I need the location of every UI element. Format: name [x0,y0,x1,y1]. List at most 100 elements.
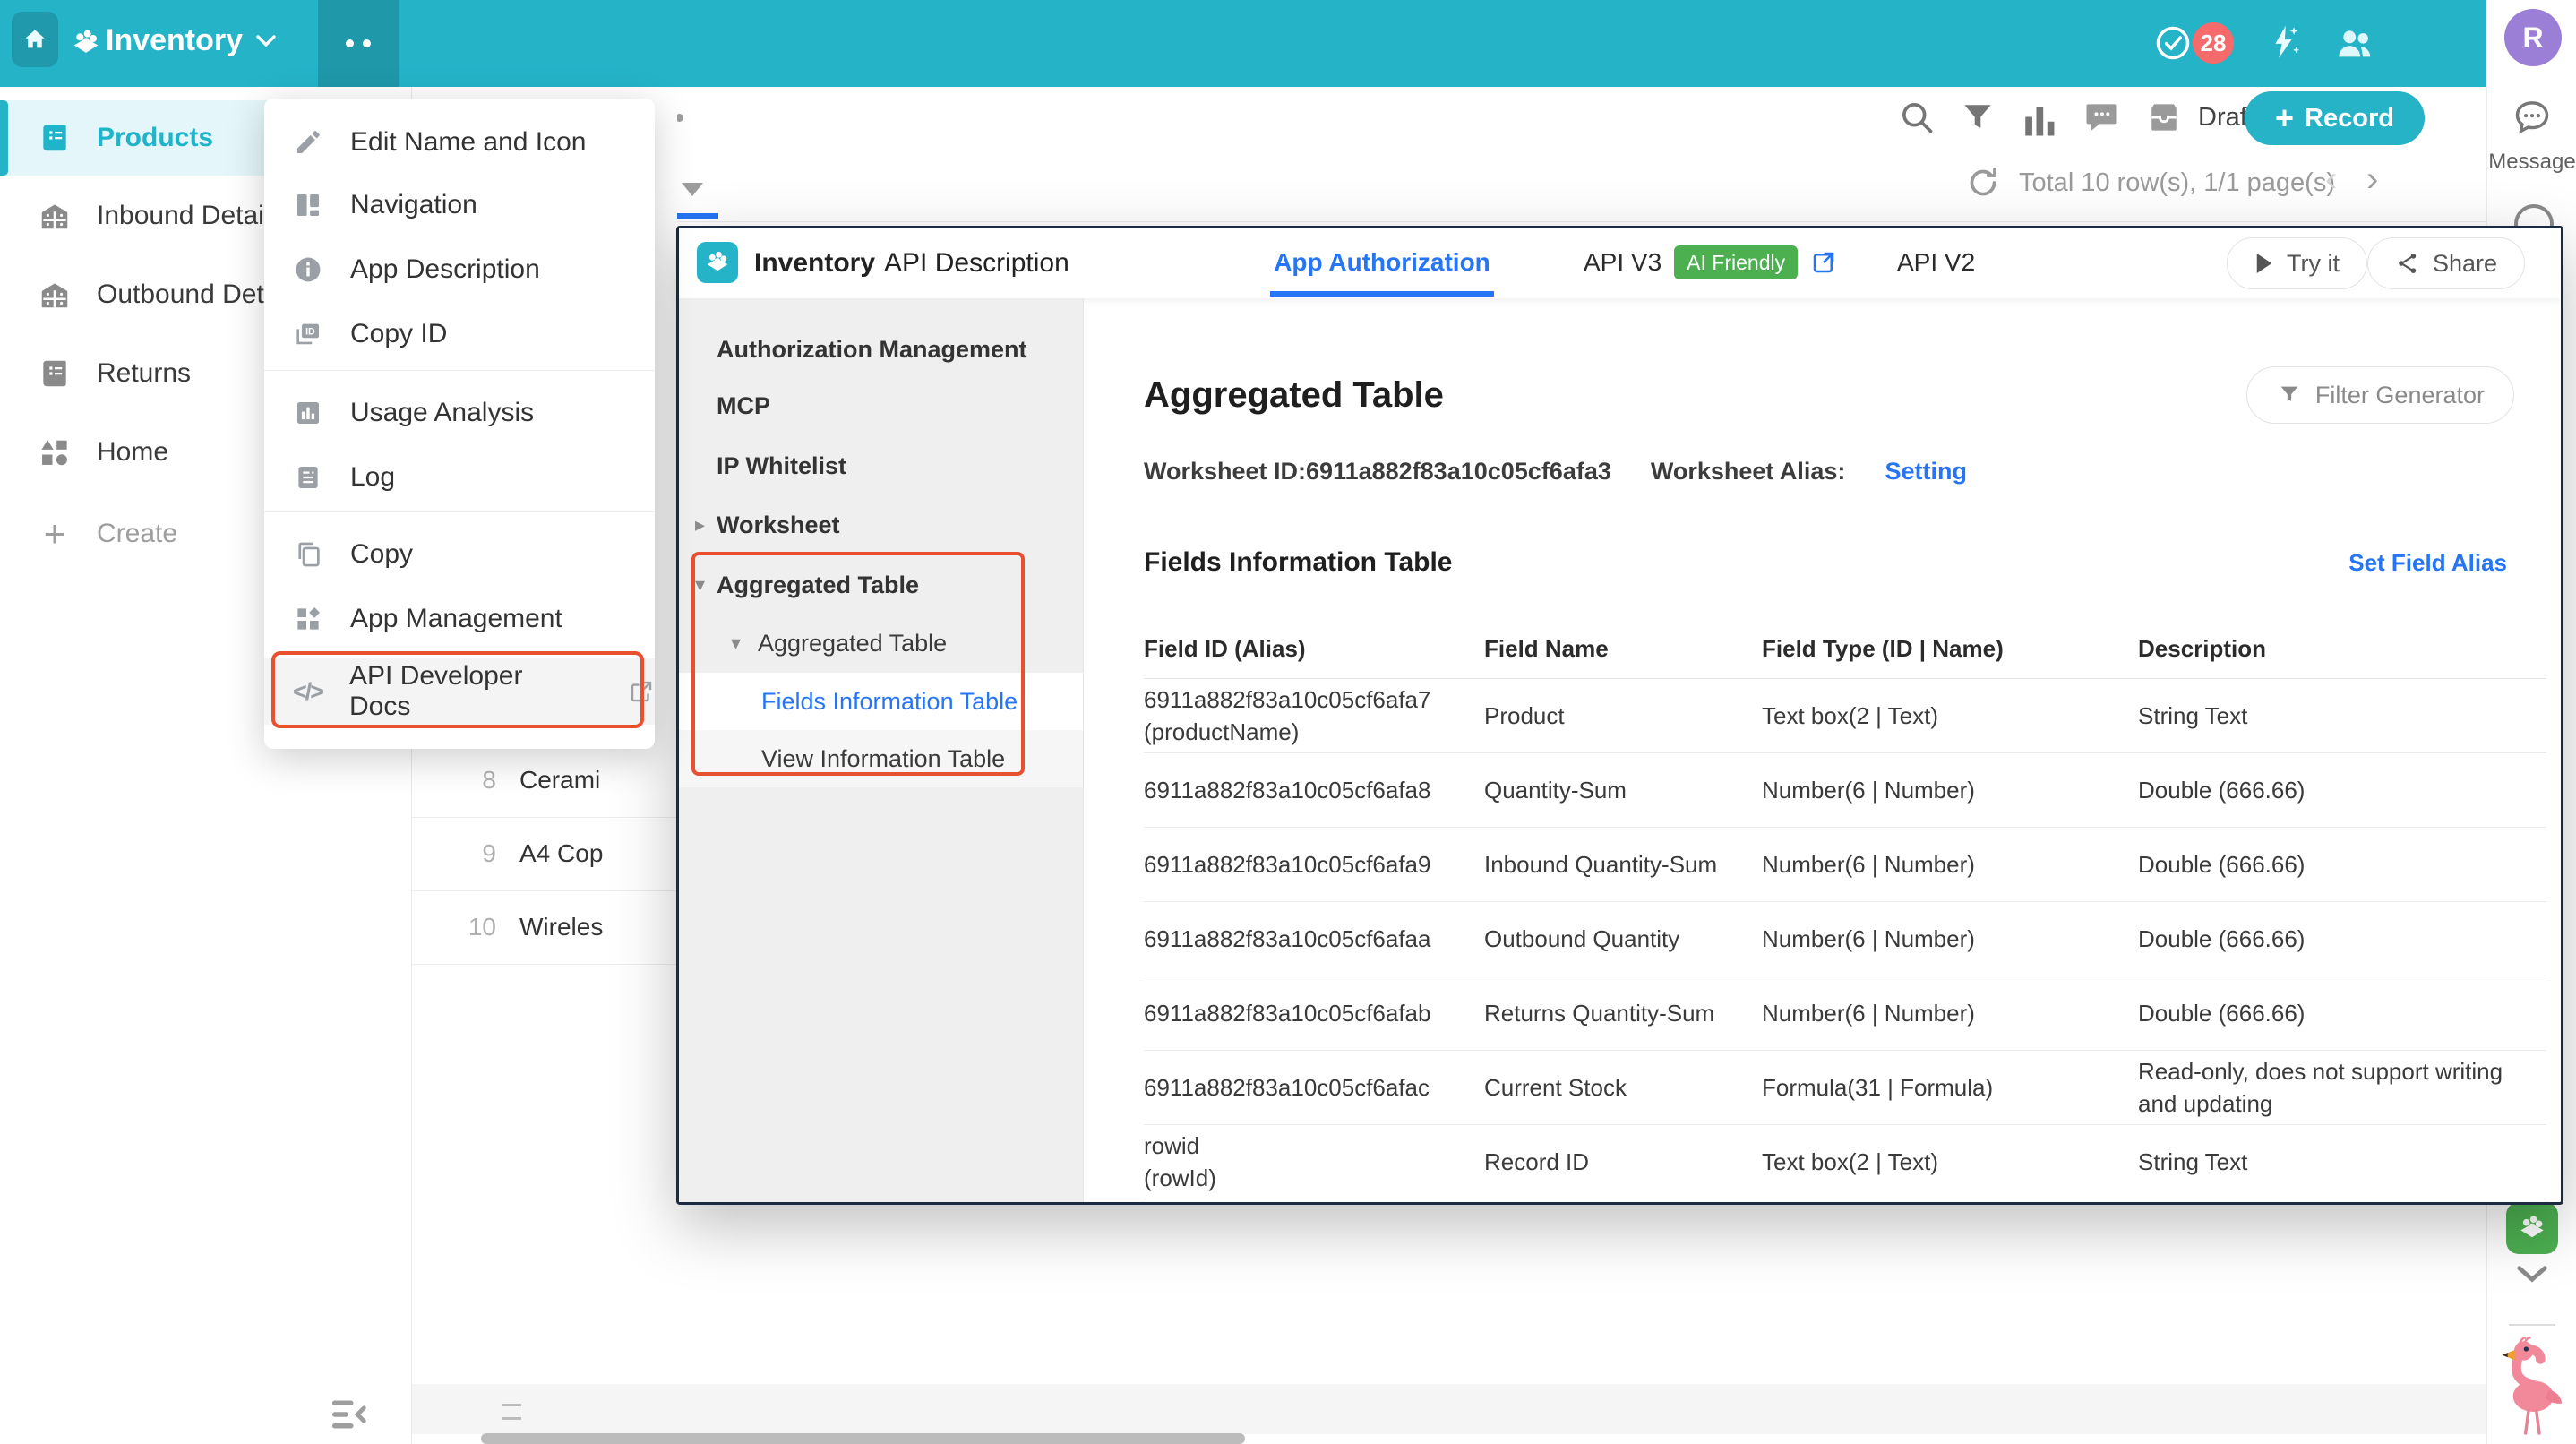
menu-divider [264,511,655,512]
menu-item-label: Usage Analysis [350,398,534,428]
grid-footer [412,1384,2486,1434]
field-id: 6911a882f83a10c05cf6afaa [1144,923,1463,955]
avatar[interactable]: R [2504,9,2562,66]
refresh-icon[interactable] [1965,165,2001,201]
rail-divider [2509,1324,2555,1326]
share-label: Share [2433,250,2497,278]
menu-item-usage-analysis[interactable]: Usage Analysis [264,382,655,444]
nav-label: MCP [717,392,770,420]
search-icon[interactable] [1897,98,1936,137]
menu-item-label: Log [350,462,395,493]
tab-api-v2[interactable]: API V2 [1897,228,1975,297]
add-record-label: Record [2305,104,2394,133]
prev-page-button[interactable]: ‹ [2325,161,2337,197]
nav-view-information-table[interactable]: View Information Table [679,730,1083,787]
app-title-label: Inventory [106,23,243,58]
nav-fields-information-table[interactable]: Fields Information Table [679,673,1083,730]
menu-item-copy-id[interactable]: ID Copy ID [264,303,655,365]
menu-item-copy[interactable]: Copy [264,523,655,586]
set-field-alias-link[interactable]: Set Field Alias [2348,549,2507,577]
field-name: Outbound Quantity [1484,925,1762,953]
app-title[interactable]: Inventory [106,23,277,58]
filter-generator-button[interactable]: Filter Generator [2246,366,2514,424]
table-row[interactable]: 10 Wireles [412,890,677,965]
tab-api-v3[interactable]: API V3 AI Friendly [1584,228,1837,297]
summary-icon[interactable] [502,1404,521,1420]
app-more-button[interactable] [318,0,399,87]
funnel-icon [2276,382,2303,408]
share-button[interactable]: Share [2367,237,2525,289]
plus-icon: + [2275,102,2294,134]
members-icon[interactable] [2334,23,2375,64]
view-tab-caret-icon[interactable] [682,183,703,196]
try-it-button[interactable]: Try it [2227,237,2367,289]
menu-item-label: Copy ID [350,319,447,349]
nav-label: Aggregated Table [717,572,919,599]
app-menu: Edit Name and Icon Navigation App Descri… [264,99,655,749]
collapse-chevron-icon[interactable] [2515,1263,2549,1285]
table-row[interactable]: 8 Cerami [412,743,677,818]
ai-sparkle-icon[interactable] [2263,21,2304,63]
row-count-label: Total 10 row(s), 1/1 page(s) [2019,168,2335,198]
field-id: 6911a882f83a10c05cf6afab [1144,997,1463,1029]
home-button[interactable] [12,12,58,67]
alias-setting-link[interactable]: Setting [1885,458,1967,486]
nav-worksheet[interactable]: ▸ Worksheet [679,502,1083,548]
row-number: 10 [412,913,519,941]
nav-label: Worksheet [717,511,840,539]
nav-authorization-management[interactable]: Authorization Management [679,326,1083,373]
row-number: 9 [412,839,519,868]
field-id: 6911a882f83a10c05cf6afac [1144,1071,1463,1104]
flamingo-mascot[interactable] [2494,1337,2570,1437]
table-header-row: Field ID (Alias) Field Name Field Type (… [1144,619,2546,679]
collapse-sidebar-icon[interactable] [330,1397,369,1432]
field-type: Formula(31 | Formula) [1762,1074,2138,1102]
menu-item-navigation[interactable]: Navigation [264,174,655,236]
field-description: String Text [2138,1146,2546,1178]
fields-section-header: Fields Information Table Set Field Alias [1144,547,2507,578]
notification-badge[interactable]: 28 [2193,22,2234,64]
statistics-icon[interactable] [2021,102,2058,138]
chevron-down-icon [255,34,277,48]
sidebar-item-label: Products [97,123,213,153]
app-shortcut-icon[interactable] [2506,1202,2558,1254]
column-header: Field ID (Alias) [1144,632,1484,665]
discussion-icon[interactable] [2082,98,2121,137]
table-row[interactable]: 9 A4 Cop [412,817,677,891]
menu-item-app-description[interactable]: App Description [264,238,655,301]
modal-title-app: Inventory [754,248,875,278]
nav-aggregated-table[interactable]: ▾ Aggregated Table [679,562,1083,608]
id-card-icon: ID [291,319,325,349]
horizontal-scrollbar[interactable] [481,1433,1245,1444]
play-icon [2254,252,2274,275]
menu-item-app-management[interactable]: App Management [264,588,655,650]
table-row: 6911a882f83a10c05cf6afa7(productName) Pr… [1144,679,2546,753]
menu-item-api-developer-docs[interactable]: </> API Developer Docs [264,658,655,725]
field-id: 6911a882f83a10c05cf6afa7 [1144,683,1463,716]
row-cell: Cerami [519,766,600,795]
nav-aggregated-table-sub[interactable]: ▾ Aggregated Table [679,620,1083,666]
field-id: 6911a882f83a10c05cf6afa8 [1144,774,1463,806]
field-id: 6911a882f83a10c05cf6afa9 [1144,848,1463,881]
table-row: 6911a882f83a10c05cf6afaa Outbound Quanti… [1144,902,2546,976]
menu-item-label: Copy [350,539,413,570]
tree-collapsed-icon: ▸ [695,513,705,537]
api-docs-modal: InventoryAPI Description App Authorizati… [676,226,2563,1205]
tab-app-authorization[interactable]: App Authorization [1266,228,1498,297]
tab-label: API V3 [1584,248,1662,277]
task-check-icon[interactable] [2153,23,2193,63]
nav-mcp[interactable]: MCP [679,382,1083,429]
menu-item-edit-name-icon[interactable]: Edit Name and Icon [264,111,655,174]
add-record-button[interactable]: + Record [2245,91,2425,145]
field-type: Number(6 | Number) [1762,1000,2138,1027]
field-alias: (rowId) [1144,1162,1463,1194]
menu-item-label: Navigation [350,190,477,220]
nav-ip-whitelist[interactable]: IP Whitelist [679,443,1083,489]
worksheet-alias-label: Worksheet Alias: [1651,458,1846,486]
next-page-button[interactable]: › [2366,161,2378,197]
field-name: Record ID [1484,1148,1762,1176]
menu-item-log[interactable]: Log [264,446,655,509]
menu-item-label: App Description [350,254,540,285]
message-button[interactable]: Message [2487,97,2576,175]
filter-icon[interactable] [1958,98,1997,137]
